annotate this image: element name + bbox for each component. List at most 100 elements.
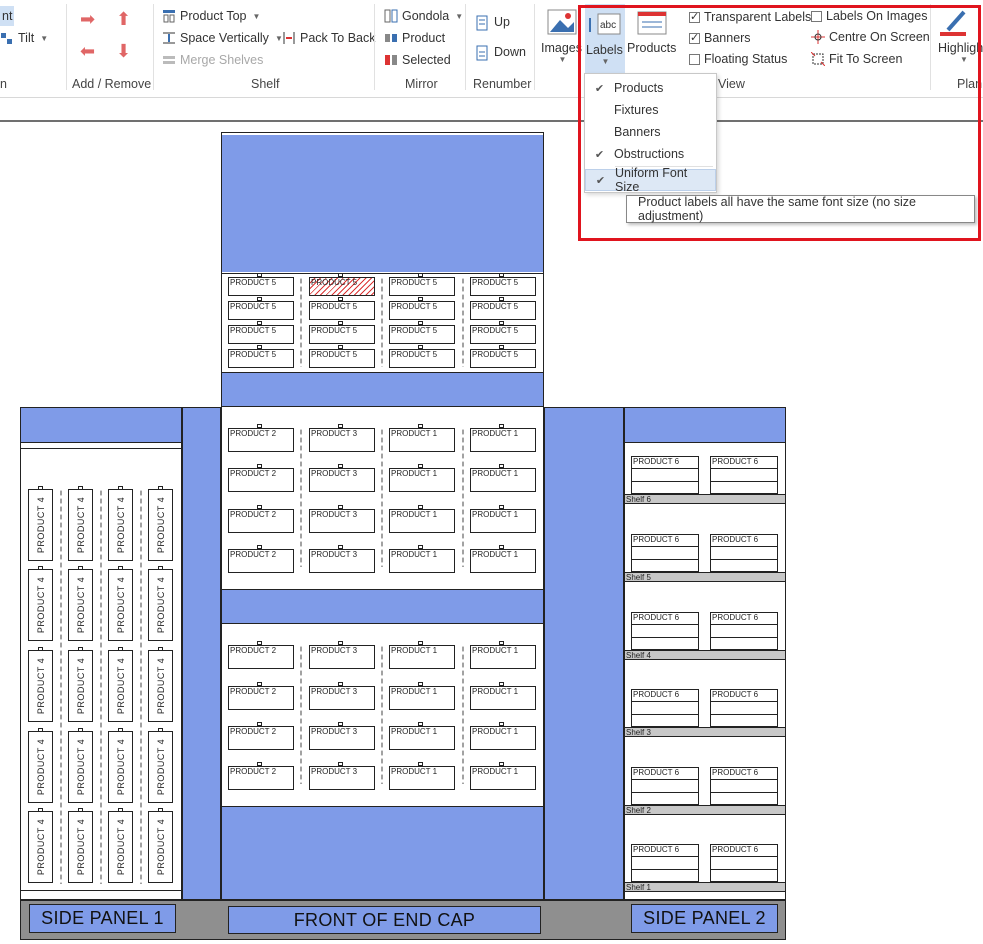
mirror-product-button[interactable]: Product	[384, 28, 445, 48]
product-facing[interactable]: PRODUCT 1	[389, 428, 455, 452]
images-button[interactable]: Images ▼	[541, 8, 582, 64]
product-facing[interactable]: PRODUCT 5	[228, 277, 294, 296]
product-facing[interactable]: PRODUCT 3	[309, 766, 375, 790]
product-facing-vertical[interactable]: PRODUCT 4	[108, 489, 133, 561]
product-facing[interactable]: PRODUCT 1	[389, 686, 455, 710]
product-facing[interactable]: PRODUCT 6	[710, 844, 778, 882]
product-facing[interactable]: PRODUCT 2	[228, 428, 294, 452]
product-facing[interactable]: PRODUCT 3	[309, 686, 375, 710]
product-facing[interactable]: PRODUCT 1	[470, 549, 536, 573]
product-facing[interactable]: PRODUCT 5	[309, 301, 375, 320]
product-facing-vertical[interactable]: PRODUCT 4	[68, 569, 93, 641]
product-facing[interactable]: PRODUCT 2	[228, 509, 294, 533]
add-left-button[interactable]: ➡	[80, 10, 95, 28]
product-facing[interactable]: PRODUCT 3	[309, 428, 375, 452]
add-up-button[interactable]: ⬆	[116, 10, 131, 28]
product-facing-vertical[interactable]: PRODUCT 4	[28, 569, 53, 641]
highlight-button[interactable]: Highligh ▼	[938, 8, 983, 64]
product-facing-vertical[interactable]: PRODUCT 4	[108, 650, 133, 722]
product-facing-vertical[interactable]: PRODUCT 4	[148, 731, 173, 803]
product-facing[interactable]: PRODUCT 2	[228, 645, 294, 669]
banners-checkbox[interactable]: Banners	[689, 28, 751, 48]
product-facing[interactable]: PRODUCT 3	[309, 549, 375, 573]
remove-down-button[interactable]: ⬇	[116, 42, 131, 60]
product-facing-vertical[interactable]: PRODUCT 4	[108, 569, 133, 641]
product-facing[interactable]: PRODUCT 5	[389, 325, 455, 344]
product-facing[interactable]: PRODUCT 2	[228, 686, 294, 710]
side-panel-1-label[interactable]: SIDE PANEL 1	[29, 904, 176, 933]
product-facing[interactable]: PRODUCT 1	[470, 428, 536, 452]
renumber-up-button[interactable]: Up	[476, 12, 510, 32]
product-facing[interactable]: PRODUCT 5	[228, 301, 294, 320]
product-facing[interactable]: PRODUCT 5	[470, 325, 536, 344]
labels-on-images-checkbox[interactable]: Labels On Images	[811, 6, 927, 26]
product-facing-vertical[interactable]: PRODUCT 4	[148, 650, 173, 722]
product-facing[interactable]: PRODUCT 5	[389, 349, 455, 368]
product-facing[interactable]: PRODUCT 1	[470, 645, 536, 669]
product-facing[interactable]: PRODUCT 5	[389, 277, 455, 296]
product-facing-vertical[interactable]: PRODUCT 4	[108, 731, 133, 803]
product-facing[interactable]: PRODUCT 1	[470, 509, 536, 533]
transparent-labels-checkbox[interactable]: Transparent Labels	[689, 7, 811, 27]
mirror-gondola-button[interactable]: Gondola ▼	[384, 6, 463, 26]
product-facing[interactable]: PRODUCT 6	[631, 844, 699, 882]
product-facing[interactable]: PRODUCT 5	[389, 301, 455, 320]
product-facing[interactable]: PRODUCT 2	[228, 726, 294, 750]
shelf-bar[interactable]: Shelf 4	[625, 650, 785, 660]
product-facing[interactable]: PRODUCT 1	[389, 468, 455, 492]
product-facing[interactable]: PRODUCT 6	[631, 612, 699, 650]
product-facing[interactable]: PRODUCT 6	[710, 767, 778, 805]
labels-menu-item[interactable]: ✔ Uniform Font Size	[585, 166, 716, 194]
product-facing[interactable]: PRODUCT 2	[228, 468, 294, 492]
product-facing-vertical[interactable]: PRODUCT 4	[68, 489, 93, 561]
product-facing-vertical[interactable]: PRODUCT 4	[28, 731, 53, 803]
product-facing[interactable]: PRODUCT 1	[470, 468, 536, 492]
shelf-bar[interactable]: Shelf 1	[625, 882, 785, 892]
remove-left-button[interactable]: ⬅	[80, 42, 95, 60]
product-facing[interactable]: PRODUCT 1	[470, 726, 536, 750]
fit-to-screen-button[interactable]: Fit To Screen	[810, 49, 902, 69]
product-facing[interactable]: PRODUCT 5	[470, 301, 536, 320]
product-facing[interactable]: PRODUCT 5	[309, 325, 375, 344]
centre-on-screen-button[interactable]: Centre On Screen	[811, 27, 930, 47]
pack-to-back-button[interactable]: Pack To Back	[282, 28, 376, 48]
product-facing[interactable]: PRODUCT 6	[710, 689, 778, 727]
product-facing[interactable]: PRODUCT 1	[389, 726, 455, 750]
product-facing-vertical[interactable]: PRODUCT 4	[148, 569, 173, 641]
product-facing[interactable]: PRODUCT 6	[710, 456, 778, 494]
product-facing[interactable]: PRODUCT 5	[228, 325, 294, 344]
product-facing[interactable]: PRODUCT 6	[631, 534, 699, 572]
product-facing[interactable]: PRODUCT 6	[631, 767, 699, 805]
side-panel-2-label[interactable]: SIDE PANEL 2	[631, 904, 778, 933]
labels-menu-item[interactable]: Banners	[585, 121, 716, 143]
product-facing[interactable]: PRODUCT 3	[309, 645, 375, 669]
product-facing[interactable]: PRODUCT 5	[309, 277, 375, 296]
mirror-selected-button[interactable]: Selected	[384, 50, 451, 70]
product-facing[interactable]: PRODUCT 1	[470, 766, 536, 790]
product-facing-vertical[interactable]: PRODUCT 4	[148, 489, 173, 561]
labels-button[interactable]: abc Labels ▼	[586, 8, 623, 66]
labels-menu-item[interactable]: Fixtures	[585, 99, 716, 121]
product-facing[interactable]: PRODUCT 6	[710, 612, 778, 650]
product-facing[interactable]: PRODUCT 6	[631, 689, 699, 727]
renumber-down-button[interactable]: Down	[476, 42, 526, 62]
product-facing[interactable]: PRODUCT 6	[631, 456, 699, 494]
product-facing[interactable]: PRODUCT 1	[470, 686, 536, 710]
floating-status-checkbox[interactable]: Floating Status	[689, 49, 787, 69]
product-facing[interactable]: PRODUCT 1	[389, 645, 455, 669]
products-view-button[interactable]: Products	[627, 8, 676, 55]
shelf-bar[interactable]: Shelf 6	[625, 494, 785, 504]
product-facing[interactable]: PRODUCT 5	[228, 349, 294, 368]
product-top-button[interactable]: Product Top ▼	[162, 6, 260, 26]
labels-menu-item[interactable]: ✔ Obstructions	[585, 143, 716, 165]
product-facing-vertical[interactable]: PRODUCT 4	[108, 811, 133, 883]
product-facing[interactable]: PRODUCT 1	[389, 766, 455, 790]
product-facing[interactable]: PRODUCT 2	[228, 766, 294, 790]
product-facing[interactable]: PRODUCT 3	[309, 468, 375, 492]
product-facing[interactable]: PRODUCT 1	[389, 549, 455, 573]
product-facing[interactable]: PRODUCT 2	[228, 549, 294, 573]
product-facing-vertical[interactable]: PRODUCT 4	[28, 650, 53, 722]
product-facing-vertical[interactable]: PRODUCT 4	[68, 650, 93, 722]
merge-shelves-button[interactable]: Merge Shelves	[162, 50, 263, 70]
product-facing-vertical[interactable]: PRODUCT 4	[68, 731, 93, 803]
